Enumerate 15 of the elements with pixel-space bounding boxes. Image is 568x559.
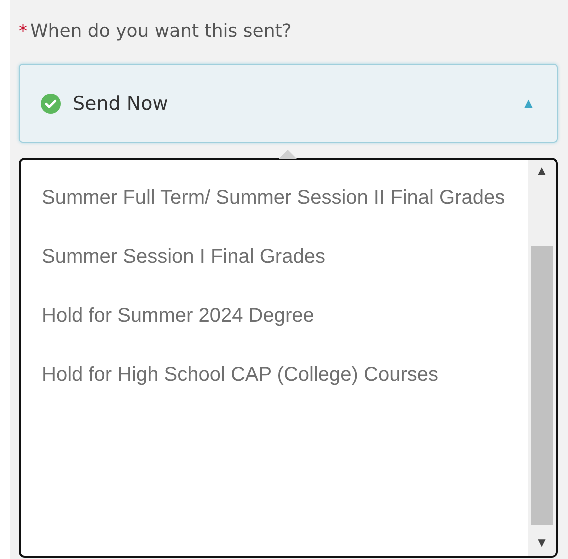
- check-circle-icon: [41, 94, 61, 114]
- scrollbar[interactable]: ▲ ▼: [528, 160, 556, 556]
- caret-icon: ▲: [524, 97, 533, 110]
- required-mark: *: [19, 22, 28, 42]
- dropdown-option[interactable]: Summer Session I Final Grades: [42, 231, 508, 284]
- selected-value: Send Now: [73, 92, 170, 114]
- dropdown-option[interactable]: Hold for Summer 2024 Degree: [42, 290, 508, 343]
- dropdown-option[interactable]: Hold for High School CAP (College) Courses: [42, 349, 508, 402]
- scroll-down-button[interactable]: ▼: [538, 532, 546, 556]
- scrollbar-thumb[interactable]: [531, 246, 553, 525]
- field-label: When do you want this sent?: [30, 21, 292, 42]
- pointer-icon: [279, 150, 297, 159]
- send-time-select[interactable]: Send Now ▲: [19, 64, 558, 143]
- dropdown-option[interactable]: Summer Full Term/ Summer Session II Final Grades: [42, 172, 508, 225]
- scroll-up-button[interactable]: ▲: [538, 160, 546, 184]
